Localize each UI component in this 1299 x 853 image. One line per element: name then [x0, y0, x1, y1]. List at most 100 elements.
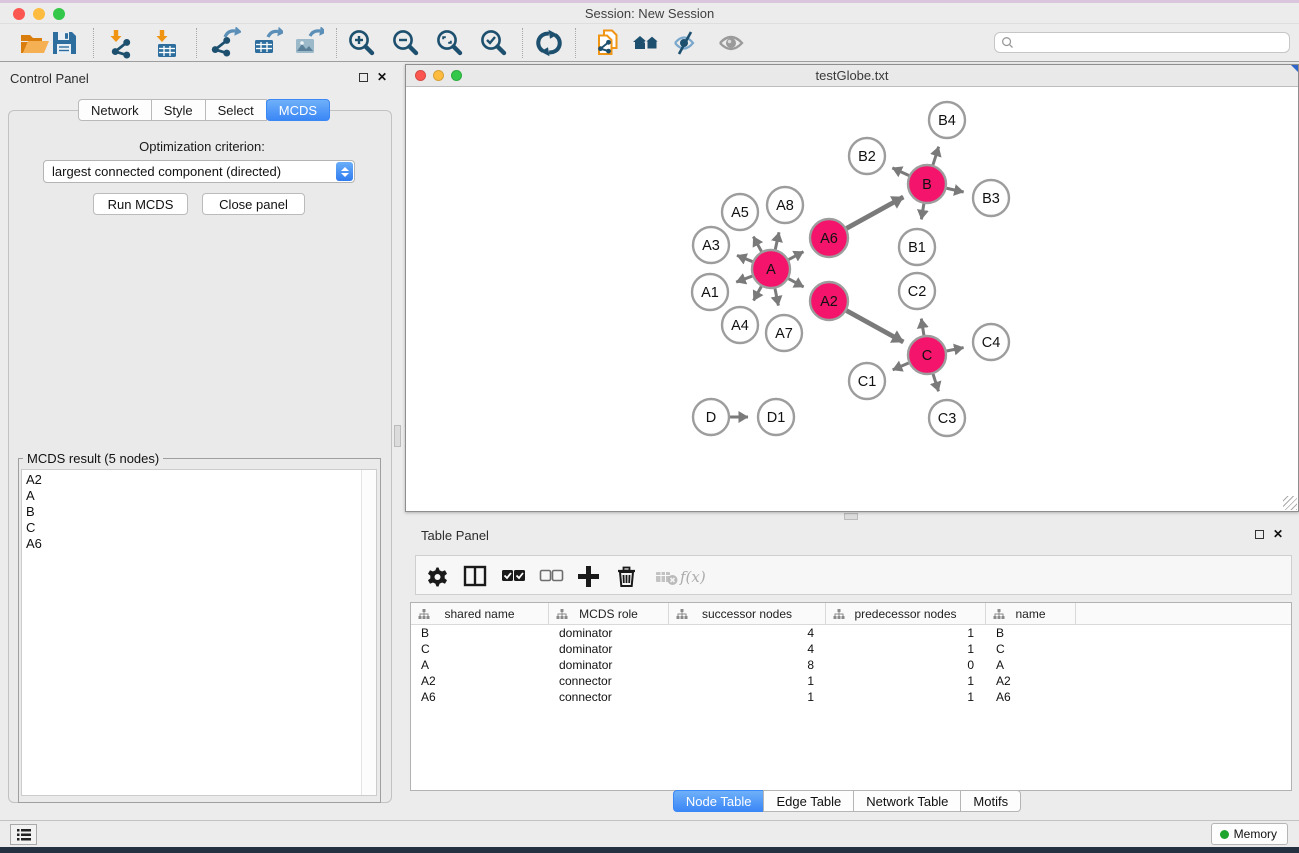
function-builder-button[interactable]: f(x) — [678, 562, 708, 590]
edge-B-B3[interactable] — [947, 188, 964, 192]
zoom-out-button[interactable] — [388, 26, 422, 60]
edge-A-A8[interactable] — [775, 232, 779, 249]
tab-network[interactable]: Network — [78, 99, 152, 121]
table-settings-button[interactable] — [423, 562, 453, 590]
cell: dominator — [549, 626, 669, 640]
tab-node-table[interactable]: Node Table — [673, 790, 765, 812]
edge-A-A2[interactable] — [789, 279, 804, 287]
float-table-panel-icon[interactable] — [1255, 530, 1264, 539]
zoom-selected-button[interactable] — [476, 26, 510, 60]
control-panel: Control Panel ✕ NetworkStyleSelectMCDS O… — [0, 62, 404, 820]
node-label-B2: B2 — [858, 149, 876, 165]
column-header-name[interactable]: name — [986, 603, 1076, 624]
add-column-button[interactable] — [573, 562, 603, 590]
tab-select[interactable]: Select — [205, 99, 267, 121]
select-all-button[interactable] — [498, 562, 528, 590]
network-window-titlebar[interactable]: testGlobe.txt — [406, 65, 1298, 87]
export-network-button[interactable] — [208, 26, 242, 60]
edge-A-A1[interactable] — [736, 276, 752, 282]
edge-A2-C[interactable] — [847, 311, 904, 342]
save-session-button[interactable] — [47, 26, 81, 60]
table-row[interactable]: A2connector11A2 — [411, 673, 1291, 689]
optimization-dropdown[interactable]: largest connected component (directed) — [43, 160, 355, 183]
column-header-successor-nodes[interactable]: successor nodes — [669, 603, 826, 624]
tab-style[interactable]: Style — [151, 99, 206, 121]
close-window-button[interactable] — [13, 8, 25, 20]
zoom-window-button[interactable] — [53, 8, 65, 20]
mcds-result-item[interactable]: C — [26, 520, 376, 536]
attribute-icon — [993, 609, 1005, 620]
close-panel-icon[interactable]: ✕ — [377, 72, 387, 82]
edge-A-A5[interactable] — [753, 237, 761, 252]
table-row[interactable]: Bdominator41B — [411, 625, 1291, 641]
edge-B-B1[interactable] — [921, 204, 923, 220]
hide-selected-button[interactable] — [669, 26, 703, 60]
mcds-result-scrollbar[interactable] — [361, 470, 376, 795]
table-row[interactable]: Cdominator41C — [411, 641, 1291, 657]
import-table-button[interactable] — [149, 26, 183, 60]
tab-network-table[interactable]: Network Table — [853, 790, 961, 812]
show-all-icon — [715, 27, 747, 59]
tab-edge-table[interactable]: Edge Table — [763, 790, 854, 812]
network-window-title: testGlobe.txt — [406, 65, 1298, 87]
edge-A-A4[interactable] — [754, 286, 762, 300]
run-mcds-button[interactable]: Run MCDS — [93, 193, 188, 215]
node-label-A3: A3 — [702, 238, 720, 254]
titlebar[interactable]: Session: New Session — [0, 3, 1299, 24]
node-label-C4: C4 — [982, 335, 1001, 351]
import-network-button[interactable] — [103, 26, 137, 60]
mcds-result-item[interactable]: A2 — [26, 472, 376, 488]
clone-network-button[interactable] — [591, 26, 625, 60]
deselect-all-button[interactable] — [536, 562, 566, 590]
network-canvas[interactable]: B4B2BB3A5A8A6B1A3AA1C2A2A4A7C4CC1C3DD1 — [406, 87, 1298, 511]
task-history-button[interactable] — [10, 824, 37, 845]
search-field[interactable] — [994, 32, 1290, 53]
zoom-in-button[interactable] — [344, 26, 378, 60]
delete-column-button[interactable] — [611, 562, 641, 590]
first-neighbors-button[interactable] — [629, 26, 663, 60]
tab-motifs[interactable]: Motifs — [960, 790, 1021, 812]
mcds-result-item[interactable]: A — [26, 488, 376, 504]
close-panel-button[interactable]: Close panel — [202, 193, 305, 215]
export-image-button[interactable] — [291, 26, 325, 60]
network-zoom-button[interactable] — [451, 70, 462, 81]
column-header-MCDS-role[interactable]: MCDS role — [549, 603, 669, 624]
close-table-panel-icon[interactable]: ✕ — [1273, 529, 1283, 539]
resize-grip-icon[interactable] — [1283, 496, 1297, 510]
edge-B-B4[interactable] — [933, 147, 939, 165]
edge-B-B2[interactable] — [892, 168, 909, 176]
mcds-result-list[interactable]: A2ABCA6 — [21, 469, 377, 796]
edge-A-A6[interactable] — [789, 252, 804, 260]
zoom-fit-button[interactable] — [432, 26, 466, 60]
float-panel-icon[interactable] — [359, 73, 368, 82]
edge-A-A7[interactable] — [775, 289, 778, 306]
edge-C-C2[interactable] — [921, 319, 924, 336]
table-row[interactable]: Adominator80A — [411, 657, 1291, 673]
destroy-table-button[interactable] — [651, 562, 681, 590]
edge-C-C3[interactable] — [933, 374, 938, 391]
edge-A6-B[interactable] — [847, 197, 904, 228]
network-minimize-button[interactable] — [433, 70, 444, 81]
split-table-button[interactable] — [460, 562, 490, 590]
memory-button[interactable]: Memory — [1211, 823, 1288, 845]
column-header-shared-name[interactable]: shared name — [411, 603, 549, 624]
tab-mcds[interactable]: MCDS — [266, 99, 330, 121]
network-close-button[interactable] — [415, 70, 426, 81]
export-table-button[interactable] — [250, 26, 284, 60]
table-row[interactable]: A6connector11A6 — [411, 689, 1291, 705]
edge-C-C4[interactable] — [947, 348, 964, 351]
cell: B — [986, 626, 1076, 640]
edge-C-C1[interactable] — [893, 363, 909, 370]
refresh-layout-button[interactable] — [532, 26, 566, 60]
column-header-predecessor-nodes[interactable]: predecessor nodes — [826, 603, 986, 624]
horizontal-splitter-handle[interactable] — [844, 513, 858, 520]
minimize-window-button[interactable] — [33, 8, 45, 20]
vertical-splitter-handle[interactable] — [394, 425, 401, 447]
edge-A-A3[interactable] — [737, 255, 752, 261]
mcds-result-item[interactable]: A6 — [26, 536, 376, 552]
mcds-result-item[interactable]: B — [26, 504, 376, 520]
cell: A6 — [411, 690, 549, 704]
show-all-button[interactable] — [714, 26, 748, 60]
zoom-in-icon — [345, 27, 377, 59]
open-session-button[interactable] — [16, 26, 50, 60]
